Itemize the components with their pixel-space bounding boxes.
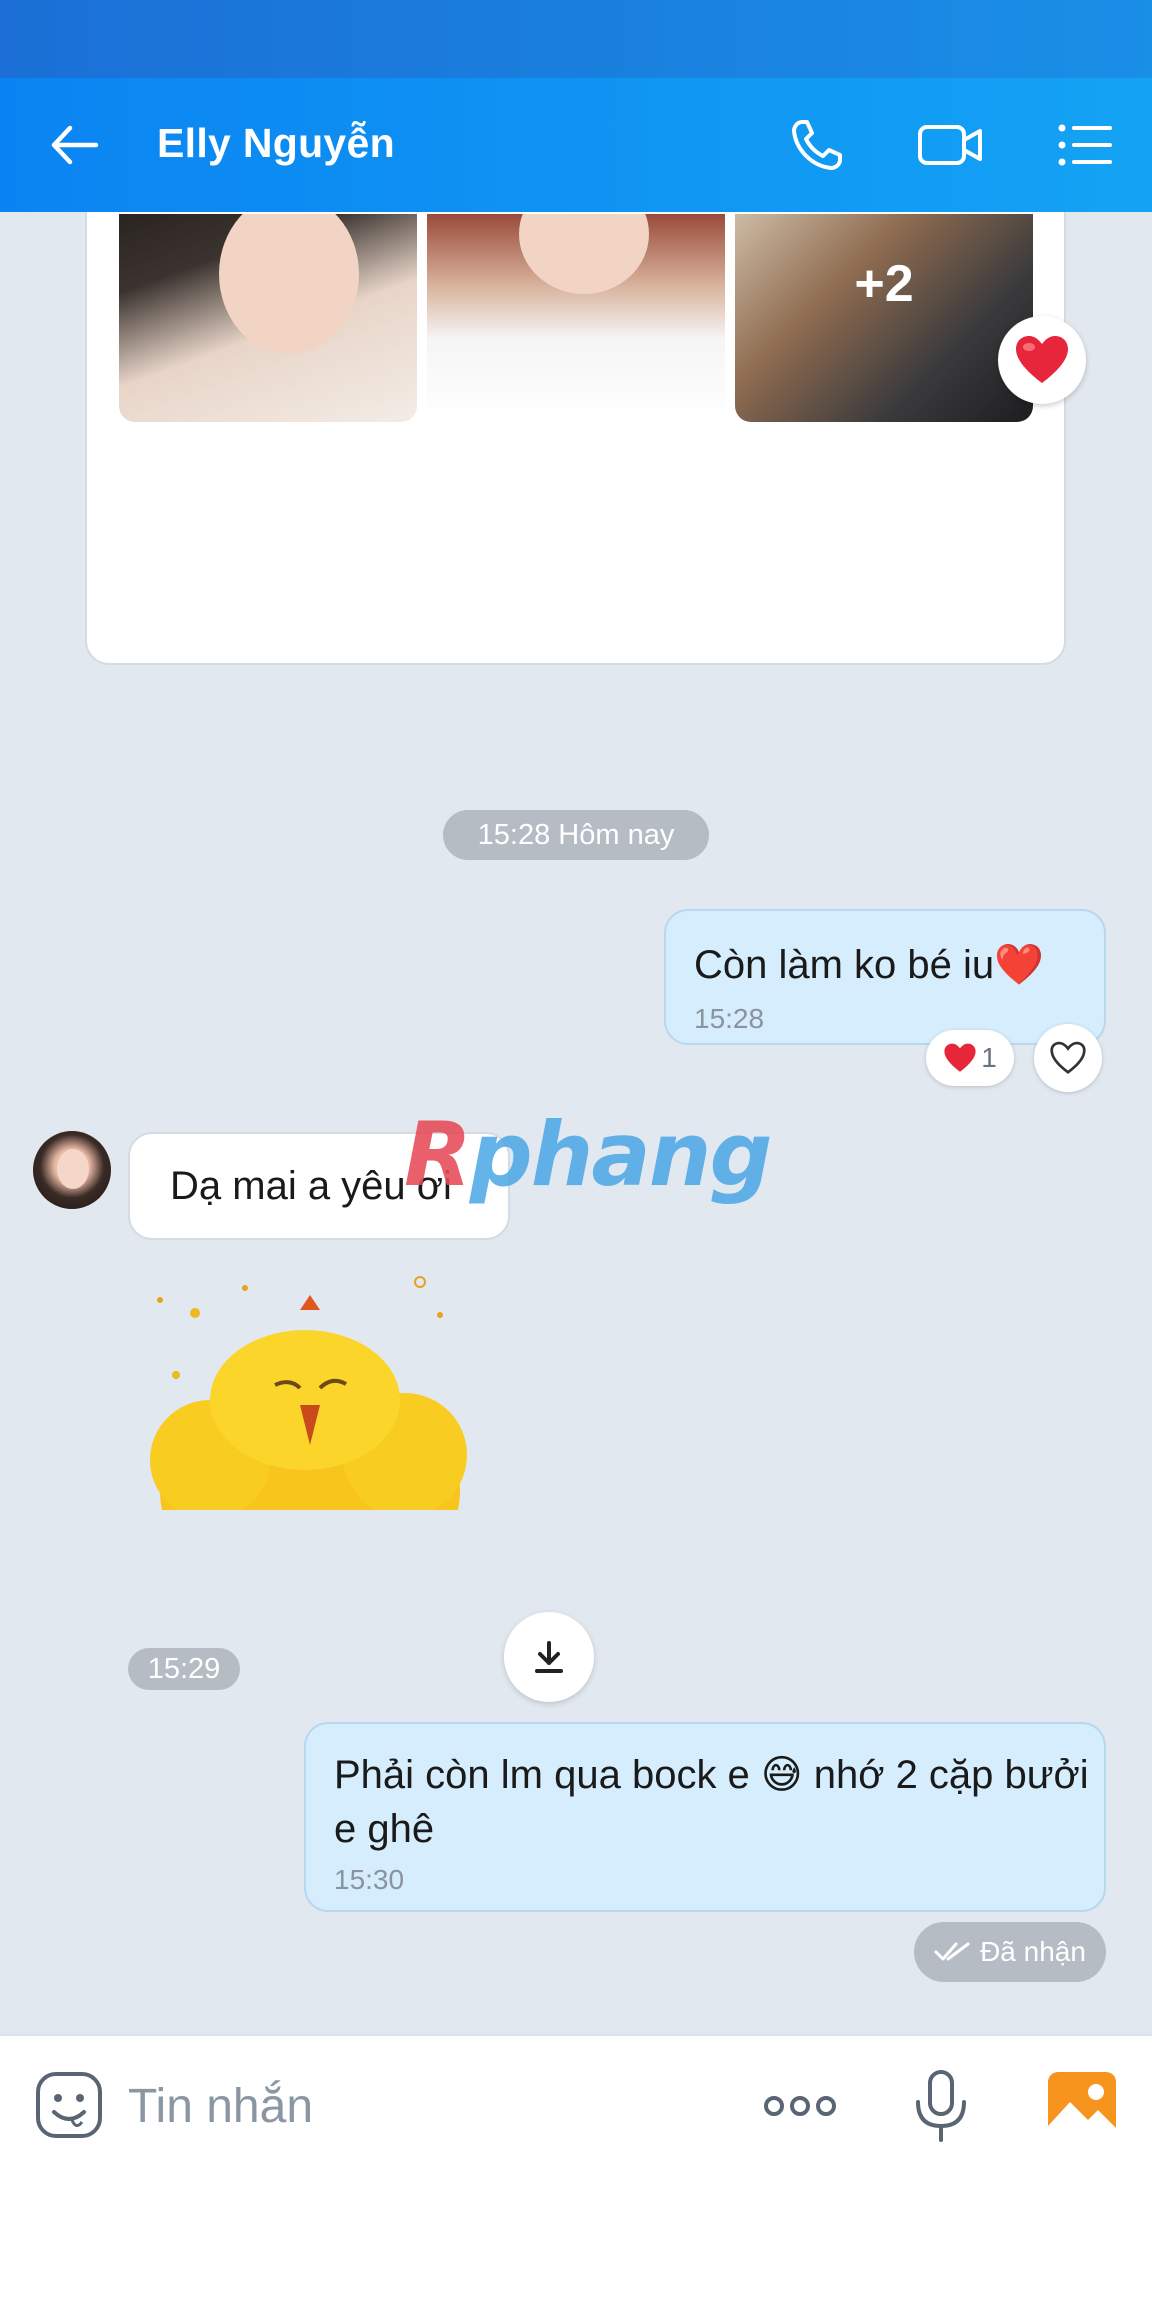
time-separator: 15:29 [128, 1648, 240, 1690]
download-button[interactable] [504, 1612, 594, 1702]
message-composer [0, 2034, 1152, 2304]
send-photo-button[interactable] [1046, 2070, 1118, 2140]
message-text: Phải còn lm qua bock e 😅 nhớ 2 cặp bưởi … [334, 1753, 1089, 1851]
reaction-count: 1 [981, 1042, 997, 1073]
call-button[interactable] [786, 114, 848, 176]
status-bar [0, 0, 1152, 78]
contact-name[interactable]: Elly Nguyễn [157, 120, 395, 167]
delivery-status-text: Đã nhận [980, 1936, 1086, 1967]
delivery-status-badge: Đã nhận [914, 1922, 1106, 1982]
arrow-left-icon [51, 125, 99, 165]
heart-icon [1016, 336, 1068, 383]
outgoing-message[interactable]: Phải còn lm qua bock e 😅 nhớ 2 cặp bưởi … [304, 1722, 1106, 1912]
more-dots-icon [764, 2096, 836, 2116]
phone-icon [792, 120, 842, 170]
react-button[interactable] [1034, 1024, 1102, 1092]
image-icon [1048, 2072, 1116, 2138]
voice-message-button[interactable] [906, 2068, 976, 2144]
emoji-icon [36, 2072, 102, 2138]
download-icon [535, 1641, 563, 1673]
time-separator: 15:28 Hôm nay [443, 810, 709, 860]
watermark-logo: Rphang [404, 1103, 772, 1206]
message-input[interactable] [128, 2074, 688, 2138]
photo-album-message[interactable]: +2 [85, 212, 1066, 665]
message-time: 15:28 [694, 1003, 765, 1034]
microphone-icon [916, 2070, 966, 2142]
message-list[interactable]: +2 15:28 Hôm nay Còn làm ko bé iu❤️ 15:2… [0, 212, 1152, 2034]
album-photo[interactable] [427, 214, 725, 422]
message-time: 15:30 [334, 1864, 405, 1895]
outgoing-message[interactable]: Còn làm ko bé iu❤️ 15:28 [664, 909, 1106, 1045]
emoji-button[interactable] [34, 2070, 104, 2140]
album-photo[interactable] [119, 214, 417, 422]
list-menu-icon [1058, 124, 1112, 166]
heart-outline-icon [1050, 1041, 1086, 1074]
options-menu-button[interactable] [1054, 114, 1116, 176]
double-check-icon [934, 1942, 970, 1961]
contact-avatar[interactable] [33, 1131, 111, 1209]
album-photo-more[interactable]: +2 [735, 214, 1033, 422]
heart-icon [944, 1043, 976, 1072]
chat-header: Elly Nguyễn [0, 78, 1152, 212]
video-camera-icon [918, 125, 982, 165]
album-reaction-badge[interactable] [998, 316, 1086, 404]
more-options-button[interactable] [760, 2076, 840, 2136]
reaction-summary[interactable]: 1 [926, 1030, 1014, 1086]
message-text: Còn làm ko bé iu❤️ [694, 943, 1044, 987]
more-photos-count: +2 [854, 255, 914, 313]
sticker-image [150, 1276, 467, 1510]
back-button[interactable] [44, 114, 106, 176]
video-call-button[interactable] [916, 114, 982, 176]
chick-sticker-icon[interactable] [150, 1270, 470, 1570]
